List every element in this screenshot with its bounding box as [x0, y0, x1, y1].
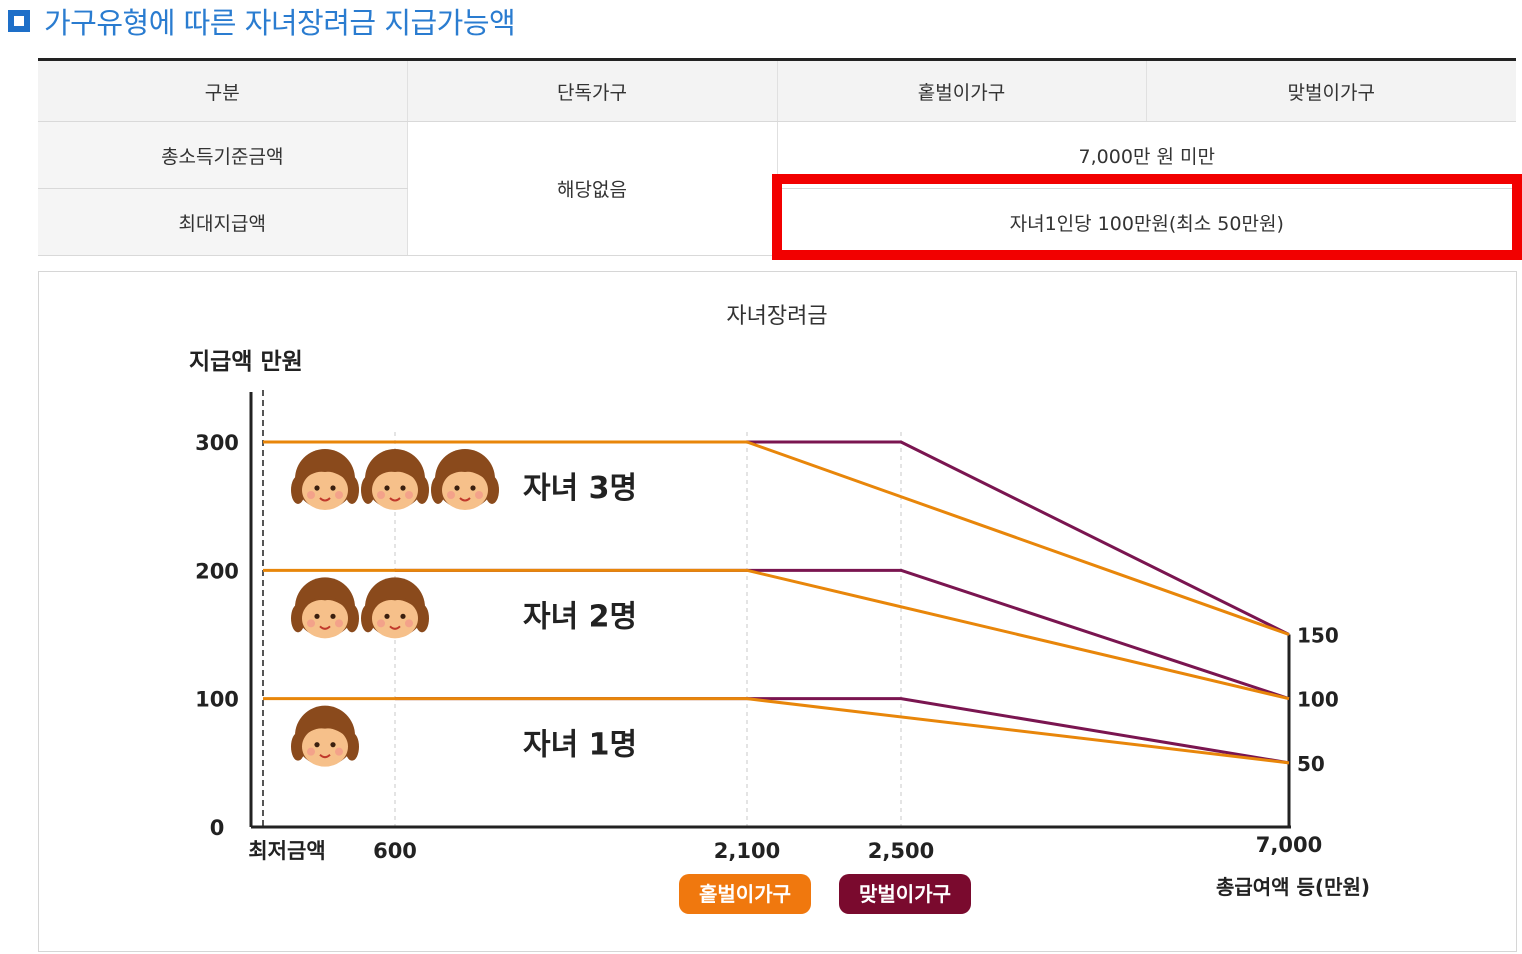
group-label: 자녀 3명 [523, 471, 637, 506]
table-header-row: 구분 단독가구 홑벌이가구 맞벌이가구 [38, 59, 1516, 122]
header-single-earner: 홑벌이가구 [776, 59, 1146, 122]
legend-single-earner-label: 홑벌이가구 [699, 882, 791, 906]
child-face-icon [291, 449, 359, 510]
header-dual-earner: 맞벌이가구 [1145, 59, 1516, 122]
child-incentive-chart: 자녀장려금지급액 만원 0 100 200 300 150 100 50 최저금액 600 2,10… [189, 304, 1370, 914]
legend-dual-earner-label: 맞벌이가구 [859, 882, 951, 906]
square-bullet-icon [8, 10, 30, 32]
y-tick-label: 100 [195, 688, 239, 712]
dual-earner-line [395, 568, 1290, 701]
y-tick-label: 300 [195, 431, 239, 455]
x-tick-label: 7,000 [1256, 833, 1322, 857]
x-tick-label: 최저금액 [248, 839, 325, 863]
header-single-household: 단독가구 [406, 59, 777, 122]
row-label-max-payment: 최대지급액 [38, 188, 407, 256]
y-tick-label: 0 [210, 816, 225, 840]
child-face-icon [361, 577, 429, 639]
right-tick-label: 100 [1297, 688, 1339, 712]
group-label: 자녀 2명 [523, 599, 637, 634]
group-label: 자녀 1명 [523, 728, 637, 763]
single-earner-line [263, 697, 1290, 765]
right-tick-label: 50 [1297, 752, 1325, 776]
section-header: 가구유형에 따른 자녀장려금 지급가능액 [8, 0, 516, 42]
y-axis-label: 지급액 만원 [189, 349, 303, 375]
chart-title: 자녀장려금 [726, 304, 827, 329]
x-tick-label: 2,500 [868, 839, 934, 863]
header-category: 구분 [38, 59, 407, 122]
x-tick-label: 2,100 [714, 839, 780, 863]
section-title: 가구유형에 따른 자녀장려금 지급가능액 [44, 6, 516, 40]
child-face-icon [291, 705, 359, 767]
chart-panel: 자녀장려금지급액 만원 0 100 200 300 150 100 50 최저금액 600 2,10… [38, 271, 1517, 952]
x-tick-label: 600 [373, 839, 417, 863]
highlight-box [772, 174, 1522, 260]
single-household-value: 해당없음 [406, 121, 778, 256]
child-face-icon [291, 577, 359, 639]
right-tick-label: 150 [1297, 624, 1339, 648]
child-face-icon [431, 449, 499, 510]
y-tick-label: 200 [195, 559, 239, 583]
row-label-income-threshold: 총소득기준금액 [38, 121, 407, 189]
x-axis-label: 총급여액 등(만원) [1216, 875, 1370, 899]
child-face-icon [361, 449, 429, 510]
